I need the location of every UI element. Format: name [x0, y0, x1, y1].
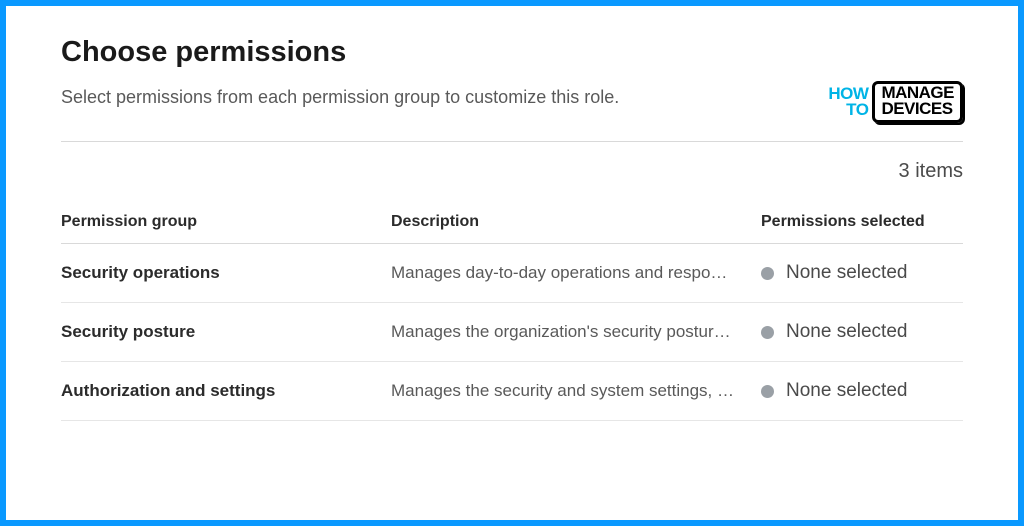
- cell-selected: None selected: [761, 262, 963, 284]
- items-count-row: 3 items: [61, 142, 963, 201]
- items-count: 3 items: [899, 160, 963, 183]
- brand-howto-block: HOW TO: [828, 86, 868, 118]
- brand-logo: HOW TO MANAGE DEVICES: [828, 81, 963, 123]
- brand-box: MANAGE DEVICES: [872, 81, 963, 123]
- cell-group: Authorization and settings: [61, 381, 381, 401]
- status-dot-icon: [761, 385, 774, 398]
- cell-description: Manages the security and system settings…: [391, 381, 751, 401]
- cell-description: Manages day-to-day operations and respo…: [391, 263, 751, 283]
- cell-selected: None selected: [761, 380, 963, 402]
- selected-text: None selected: [786, 321, 907, 343]
- cell-description: Manages the organization's security post…: [391, 322, 751, 342]
- subtitle-row: Select permissions from each permission …: [61, 87, 963, 123]
- brand-text-to: TO: [846, 102, 868, 118]
- table-row[interactable]: Security operations Manages day-to-day o…: [61, 244, 963, 303]
- col-permissions-selected[interactable]: Permissions selected: [761, 213, 963, 231]
- cell-selected: None selected: [761, 321, 963, 343]
- permissions-table: Permission group Description Permissions…: [61, 201, 963, 421]
- status-dot-icon: [761, 326, 774, 339]
- cell-group: Security posture: [61, 322, 381, 342]
- col-description[interactable]: Description: [391, 213, 751, 231]
- col-permission-group[interactable]: Permission group: [61, 213, 381, 231]
- table-row[interactable]: Security posture Manages the organizatio…: [61, 303, 963, 362]
- app-frame: Choose permissions Select permissions fr…: [0, 0, 1024, 526]
- status-dot-icon: [761, 267, 774, 280]
- page-title: Choose permissions: [61, 36, 963, 69]
- selected-text: None selected: [786, 262, 907, 284]
- table-header: Permission group Description Permissions…: [61, 201, 963, 244]
- brand-text-devices: DEVICES: [881, 101, 954, 117]
- cell-group: Security operations: [61, 263, 381, 283]
- table-row[interactable]: Authorization and settings Manages the s…: [61, 362, 963, 421]
- content-area: Choose permissions Select permissions fr…: [6, 6, 1018, 441]
- page-subtitle: Select permissions from each permission …: [61, 87, 619, 108]
- selected-text: None selected: [786, 380, 907, 402]
